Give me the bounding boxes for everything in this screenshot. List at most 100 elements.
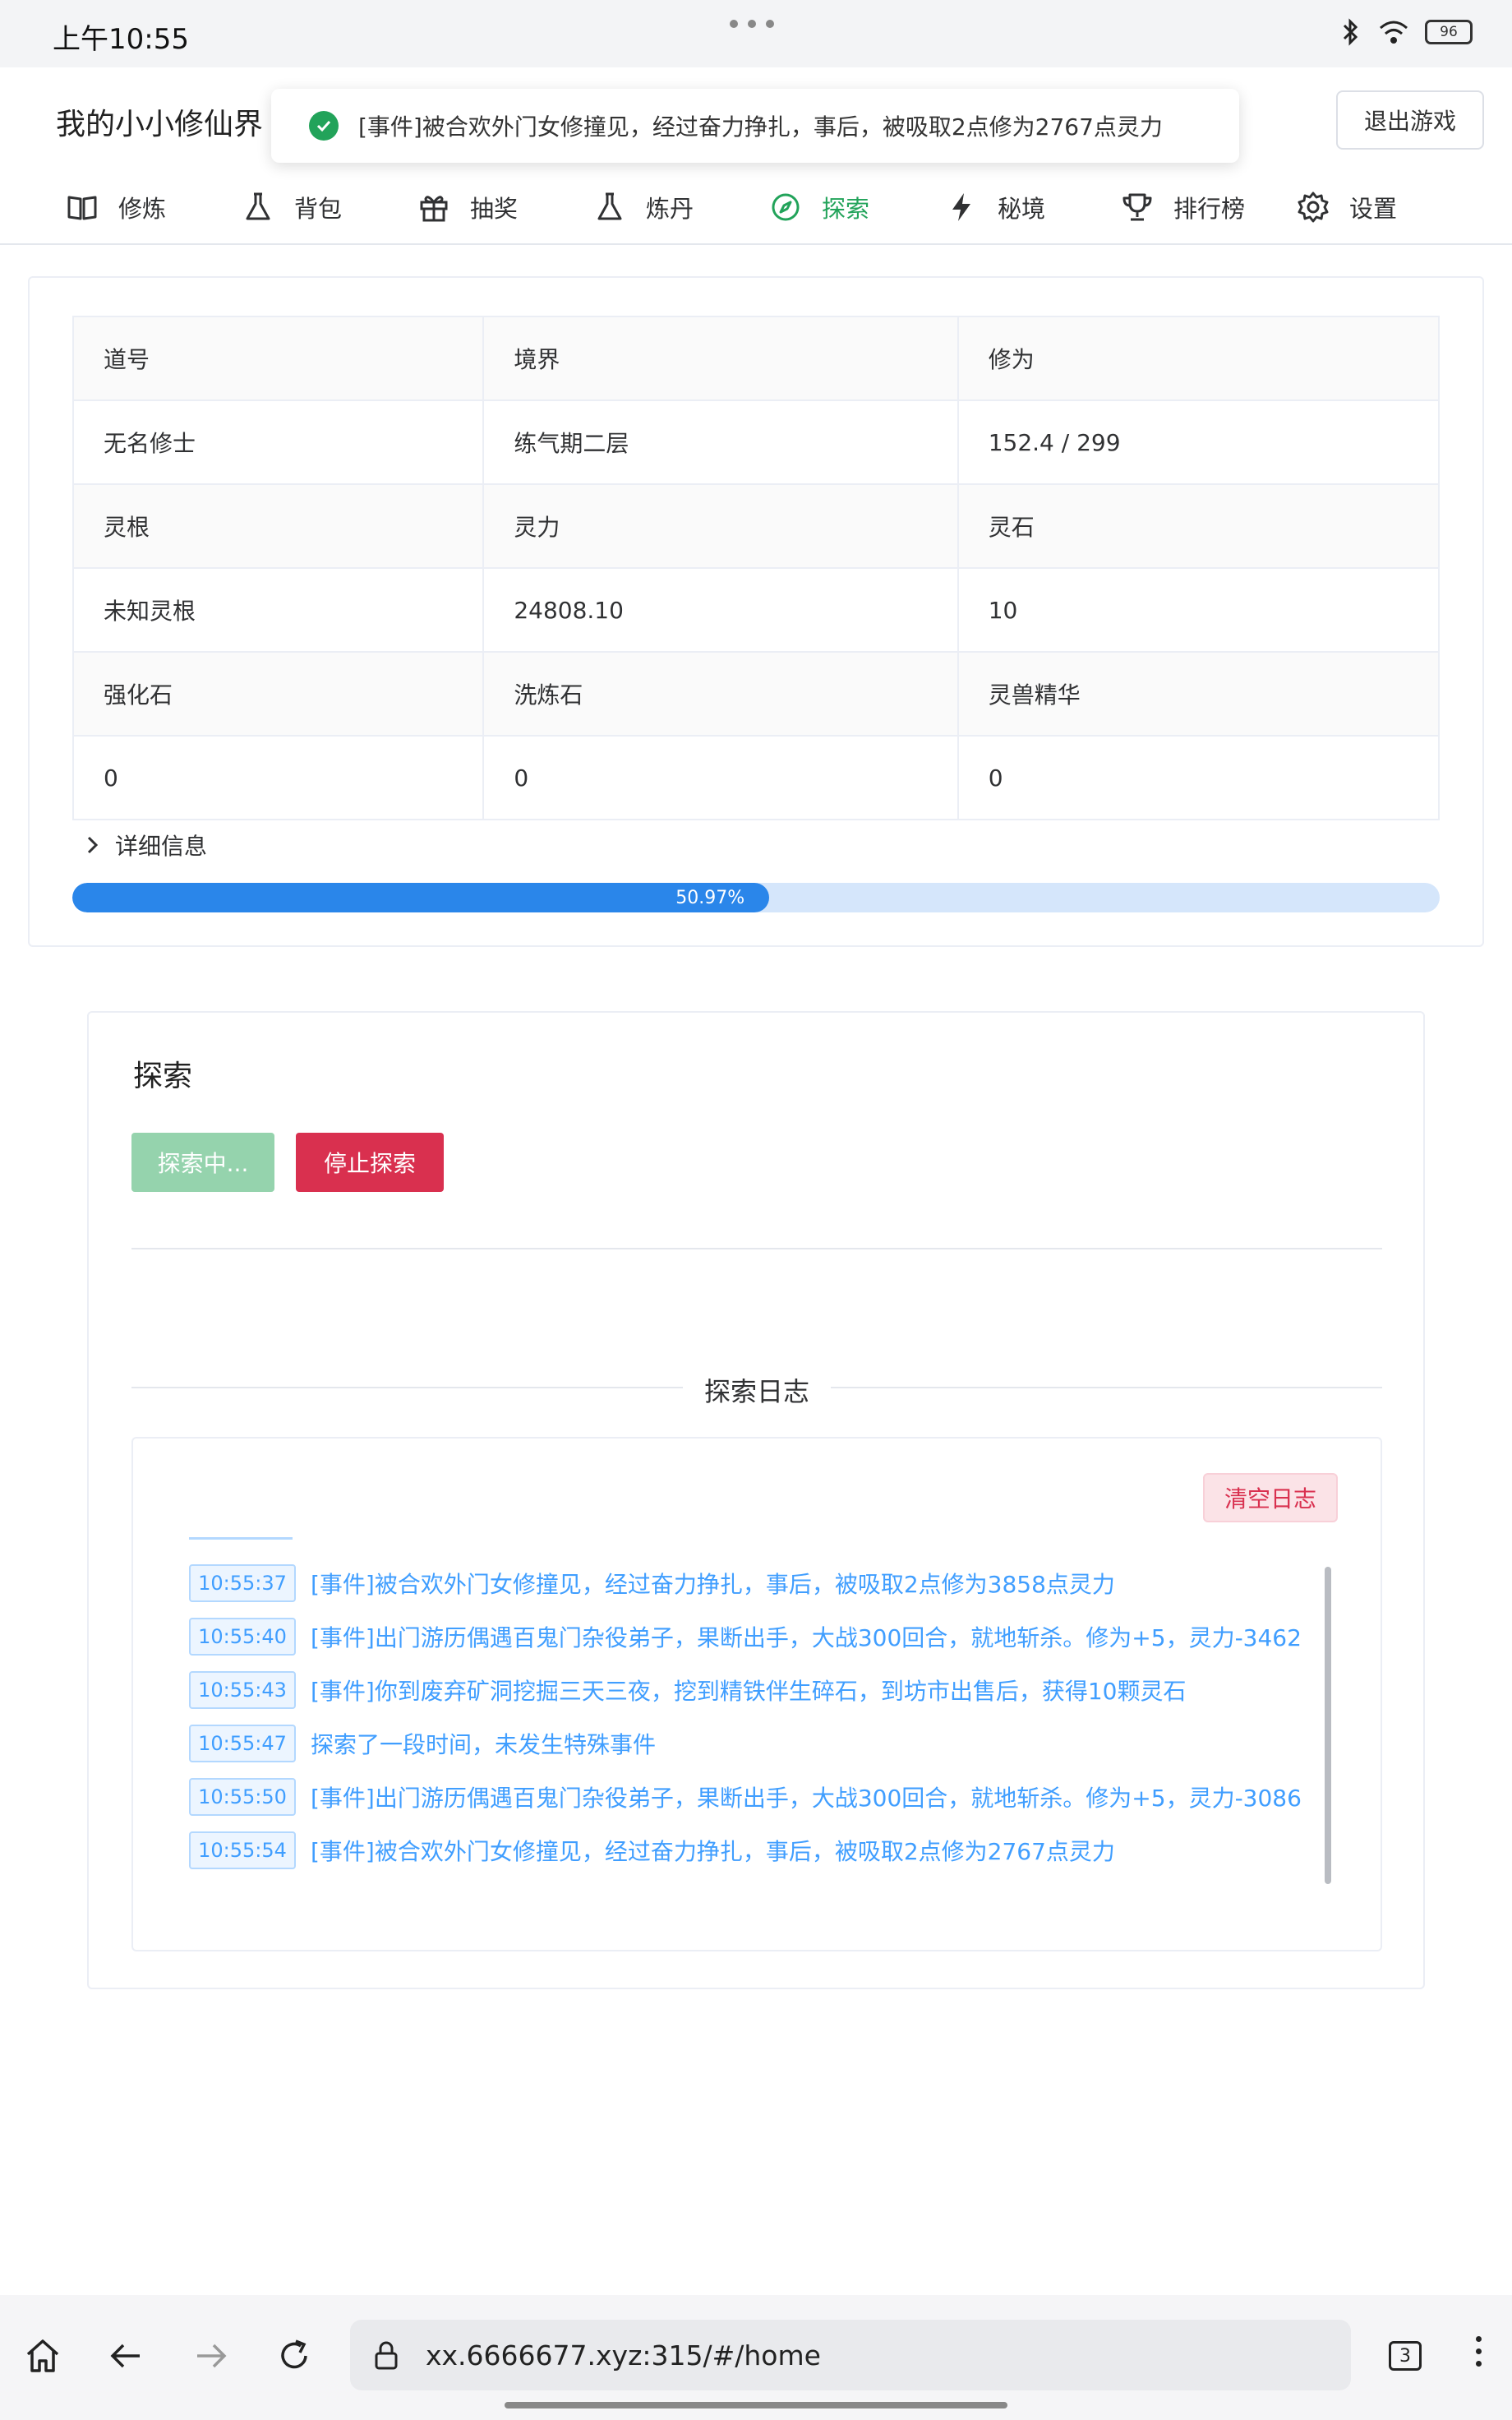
explore-card: 探索 探索中... 停止探索 探索日志 清空日志 10:55:37 [事件]被合…	[87, 1011, 1425, 1989]
status-bar: 上午10:55 96	[0, 0, 1512, 67]
home-indicator[interactable]	[505, 2402, 1007, 2408]
tab-settings[interactable]: 设置	[1297, 169, 1473, 245]
toast-notification: [事件]被合欢外门女修撞见，经过奋力挣扎，事后，被吸取2点修为2767点灵力	[271, 89, 1239, 163]
tab-label: 设置	[1349, 195, 1398, 223]
stat-label: 灵兽精华	[957, 651, 1441, 737]
stat-label: 境界	[482, 316, 959, 401]
stat-label: 洗炼石	[482, 651, 959, 737]
stat-label: 灵石	[957, 483, 1441, 569]
bluetooth-icon	[1343, 18, 1358, 46]
tab-lottery[interactable]: 抽奖	[417, 169, 593, 245]
check-circle-icon	[309, 111, 339, 141]
stat-label: 灵力	[482, 483, 959, 569]
stat-value: 24808.10	[482, 567, 959, 653]
stats-label-row: 强化石 洗炼石 灵兽精华	[71, 651, 1441, 737]
tab-secret-realm[interactable]: 秘境	[945, 169, 1121, 245]
list-item: 10:55:54 [事件]被合欢外门女修撞见，经过奋力挣扎，事后，被吸取2点修为…	[189, 1823, 1331, 1877]
explore-title: 探索	[133, 1060, 193, 1093]
url-text: xx.6666677.xyz:315/#/home	[426, 2339, 821, 2372]
app-title: 我的小小修仙界	[56, 108, 264, 141]
stat-value: 10	[957, 567, 1441, 653]
stat-label: 灵根	[71, 483, 485, 569]
log-scrollbar[interactable]	[1325, 1567, 1331, 1884]
flask-icon	[246, 192, 270, 220]
cultivation-progress-bar: 50.97%	[72, 883, 1440, 912]
tab-backpack[interactable]: 背包	[242, 169, 417, 245]
log-timestamp: 10:55:54	[189, 1831, 296, 1869]
status-time: 上午10:55	[53, 23, 189, 56]
progress-label: 50.97%	[675, 887, 745, 908]
tab-label: 炼丹	[646, 195, 694, 223]
list-item: 10:55:47 探索了一段时间，未发生特殊事件	[189, 1716, 1331, 1770]
back-arrow-icon[interactable]	[107, 2336, 146, 2376]
tab-label: 秘境	[998, 195, 1046, 223]
tab-explore[interactable]: 探索	[769, 169, 945, 245]
screen: 上午10:55 96 我的小小修仙界 退出游戏 [事件]被合欢外门女修撞见，经过…	[0, 0, 1512, 2420]
tab-leaderboard[interactable]: 排行榜	[1121, 169, 1297, 245]
log-text: 探索了一段时间，未发生特殊事件	[311, 1730, 657, 1758]
chevron-right-icon	[87, 836, 99, 854]
log-timestamp: 10:55:37	[189, 1563, 296, 1602]
section-divider	[131, 1248, 1382, 1249]
stat-value: 练气期二层	[482, 399, 959, 485]
player-stats-card: 道号 境界 修为 无名修士 练气期二层 152.4 / 299 灵根 灵力 灵石…	[28, 276, 1484, 947]
tab-label: 排行榜	[1173, 195, 1246, 223]
exploring-button[interactable]: 探索中...	[131, 1133, 274, 1192]
stats-label-row: 道号 境界 修为	[71, 316, 1441, 401]
stats-value-row: 未知灵根 24808.10 10	[71, 567, 1441, 653]
tab-cultivate[interactable]: 修炼	[66, 169, 242, 245]
clear-log-button[interactable]: 清空日志	[1203, 1473, 1338, 1522]
battery-icon: 96	[1425, 20, 1473, 44]
stat-label: 修为	[957, 316, 1441, 401]
lightning-icon	[952, 193, 970, 221]
exit-game-button[interactable]: 退出游戏	[1336, 90, 1484, 150]
stats-value-row: 无名修士 练气期二层 152.4 / 299	[71, 399, 1441, 485]
refresh-icon[interactable]	[274, 2336, 314, 2376]
home-icon[interactable]	[23, 2336, 62, 2376]
more-menu-icon[interactable]	[1476, 2336, 1482, 2367]
list-item: 10:55:50 [事件]出门游历偶遇百鬼门杂役弟子，果断出手，大战300回合，…	[189, 1770, 1331, 1823]
detail-info-toggle[interactable]: 详细信息	[82, 829, 207, 861]
log-text: [事件]出门游历偶遇百鬼门杂役弟子，果断出手，大战300回合，就地斩杀。修为+5…	[311, 1623, 1302, 1651]
stats-value-row: 0 0 0	[71, 735, 1441, 820]
log-timestamp: 10:55:50	[189, 1777, 296, 1816]
gift-icon	[420, 196, 448, 222]
log-title: 探索日志	[682, 1376, 831, 1407]
forward-arrow-icon[interactable]	[191, 2336, 230, 2376]
book-icon	[67, 196, 97, 220]
stats-label-row: 灵根 灵力 灵石	[71, 483, 1441, 569]
detail-info-label: 详细信息	[115, 833, 208, 860]
stat-label: 道号	[71, 316, 485, 401]
explore-log-list[interactable]: 10:55:37 [事件]被合欢外门女修撞见，经过奋力挣扎，事后，被吸取2点修为…	[189, 1537, 1331, 1940]
log-title-divider: 探索日志	[131, 1371, 1382, 1407]
flask-icon	[597, 192, 622, 220]
tab-label: 背包	[294, 195, 343, 223]
tab-count: 3	[1399, 2345, 1411, 2367]
log-text: [事件]被合欢外门女修撞见，经过奋力挣扎，事后，被吸取2点修为2767点灵力	[311, 1837, 1115, 1865]
log-timestamp: 10:55:40	[189, 1617, 296, 1656]
list-item: 10:55:37 [事件]被合欢外门女修撞见，经过奋力挣扎，事后，被吸取2点修为…	[189, 1556, 1331, 1609]
stop-explore-button[interactable]: 停止探索	[296, 1133, 444, 1192]
gear-icon	[1298, 192, 1329, 223]
progress-fill: 50.97%	[72, 883, 770, 912]
list-item: 10:55:40 [事件]出门游历偶遇百鬼门杂役弟子，果断出手，大战300回合，…	[189, 1609, 1331, 1663]
stat-value: 0	[71, 735, 485, 820]
tab-label: 修炼	[118, 195, 167, 223]
compass-icon	[772, 193, 800, 221]
tab-alchemy[interactable]: 炼丹	[593, 169, 769, 245]
log-text: [事件]出门游历偶遇百鬼门杂役弟子，果断出手，大战300回合，就地斩杀。修为+5…	[311, 1784, 1302, 1812]
log-list-partial-item	[189, 1537, 293, 1540]
tab-label: 抽奖	[470, 195, 519, 223]
stat-value: 0	[482, 735, 959, 820]
list-item: 10:55:43 [事件]你到废弃矿洞挖掘三天三夜，挖到精铁伴生碎石，到坊市出售…	[189, 1663, 1331, 1716]
stat-label: 强化石	[71, 651, 485, 737]
main-nav: 修炼 背包 抽奖 炼丹 探索 秘境 排行榜 设置	[0, 169, 1512, 245]
tab-switcher-button[interactable]: 3	[1389, 2341, 1422, 2371]
log-text: [事件]被合欢外门女修撞见，经过奋力挣扎，事后，被吸取2点修为3858点灵力	[311, 1570, 1115, 1598]
stat-value: 未知灵根	[71, 567, 485, 653]
log-timestamp: 10:55:43	[189, 1670, 296, 1709]
player-stats-table: 道号 境界 修为 无名修士 练气期二层 152.4 / 299 灵根 灵力 灵石…	[71, 316, 1441, 820]
address-bar[interactable]: xx.6666677.xyz:315/#/home	[350, 2320, 1351, 2390]
window-handle[interactable]	[730, 20, 774, 28]
tab-label: 探索	[822, 195, 870, 223]
